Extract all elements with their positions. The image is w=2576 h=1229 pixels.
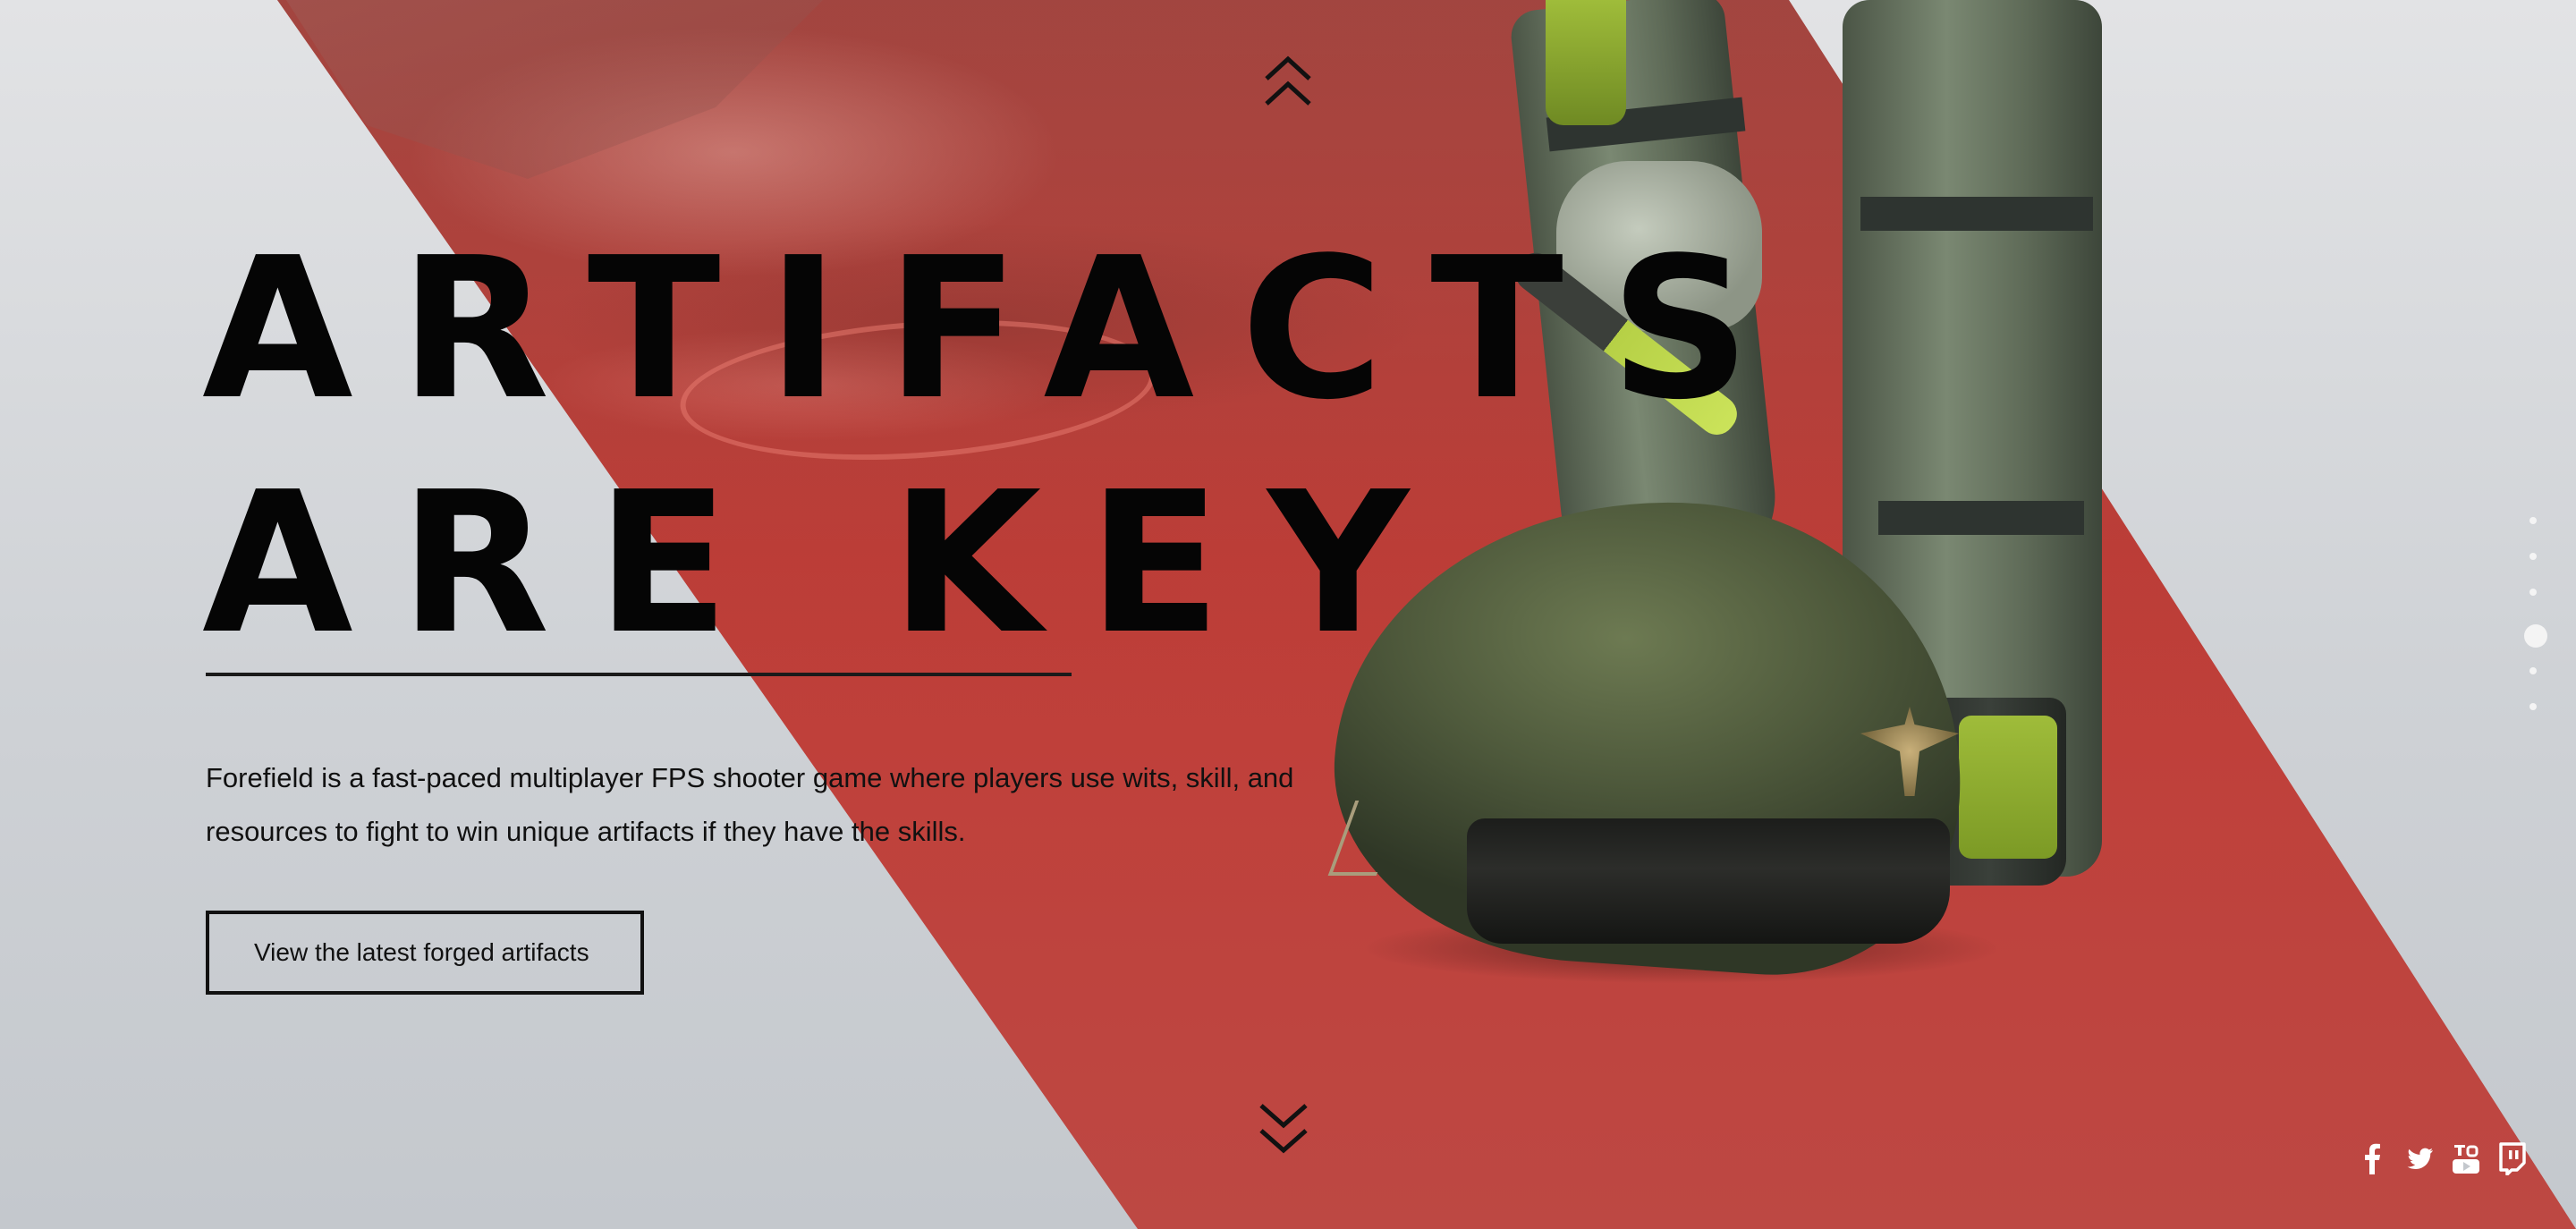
rock-formation xyxy=(286,0,823,179)
beret-band xyxy=(1467,818,1950,944)
page-dot[interactable] xyxy=(2529,703,2537,710)
social-links xyxy=(2358,1141,2528,1175)
twitch-link[interactable] xyxy=(2497,1141,2528,1175)
page-dot[interactable] xyxy=(2529,589,2537,596)
youtube-icon xyxy=(2453,1145,2479,1174)
leg-strap xyxy=(1860,197,2093,231)
hero-description: Forefield is a fast-paced multiplayer FP… xyxy=(206,762,1294,847)
boot-accent xyxy=(1959,716,2057,859)
twitter-link[interactable] xyxy=(2404,1141,2435,1175)
twitch-icon xyxy=(2499,1142,2526,1175)
double-chevron-up-icon xyxy=(1265,55,1311,106)
next-section-button[interactable] xyxy=(1258,1100,1309,1156)
page-dot-active[interactable] xyxy=(2524,624,2547,648)
view-artifacts-button[interactable]: View the latest forged artifacts xyxy=(206,911,644,995)
page-dots xyxy=(2524,517,2547,739)
page-dot[interactable] xyxy=(2529,667,2537,674)
facebook-icon xyxy=(2365,1143,2380,1174)
armor-accent xyxy=(1546,0,1626,125)
facebook-link[interactable] xyxy=(2358,1141,2388,1175)
youtube-link[interactable] xyxy=(2451,1141,2481,1175)
headline-line-2: ARE KEY xyxy=(202,451,1456,677)
headline-line-1: ARTIFACTS xyxy=(202,216,1797,443)
page-title: ARTIFACTS ARE KEY xyxy=(202,213,1797,682)
double-chevron-down-icon xyxy=(1259,1104,1308,1154)
twitter-icon xyxy=(2407,1148,2433,1169)
leg-strap xyxy=(1878,501,2084,535)
previous-section-button[interactable] xyxy=(1263,54,1313,107)
page-dot[interactable] xyxy=(2529,553,2537,560)
headline-divider xyxy=(206,673,1072,676)
page-dot[interactable] xyxy=(2529,517,2537,524)
